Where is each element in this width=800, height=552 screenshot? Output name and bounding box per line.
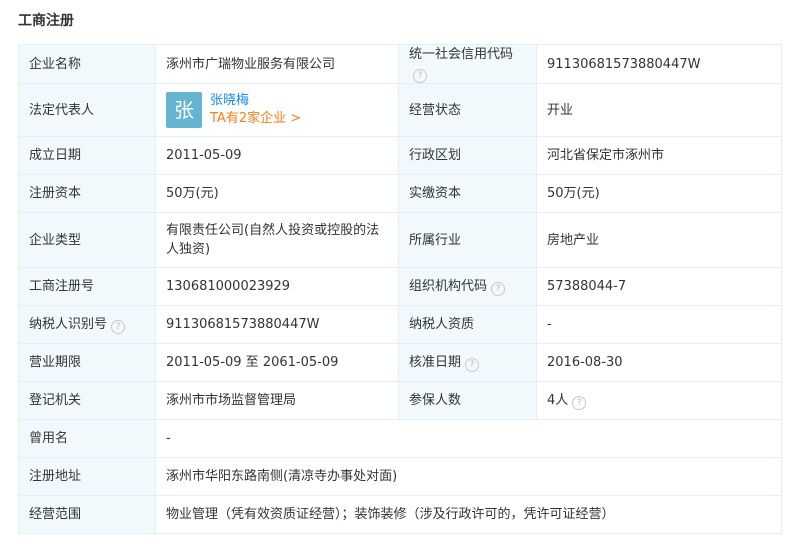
approval-date-value: 2016-08-30	[536, 343, 782, 382]
table-row: 工商注册号 130681000023929 组织机构代码? 57388044-7	[18, 267, 782, 306]
paid-capital-label: 实缴资本	[398, 174, 537, 213]
section-title: 工商注册	[18, 13, 74, 29]
credit-code-label-cell: 统一社会信用代码?	[398, 44, 537, 84]
help-icon[interactable]: ?	[572, 396, 587, 410]
table-row: 注册地址 涿州市华阳东路南侧(清凉寺办事处对面)	[18, 457, 782, 496]
business-scope-value: 物业管理（凭有效资质证经营）；装饰装修（涉及行政许可的，凭许可证经营）	[155, 495, 782, 534]
status-label: 经营状态	[398, 83, 537, 137]
credit-code-value: 91130681573880447W	[536, 44, 782, 84]
org-code-label: 组织机构代码	[409, 279, 488, 294]
taxpayer-qualification-label: 纳税人资质	[398, 305, 537, 344]
insured-count-label: 参保人数	[398, 381, 537, 420]
table-row: 法定代表人 张 张晓梅 TA有2家企业 > 经营状态 开业	[18, 83, 782, 137]
former-name-label: 曾用名	[18, 419, 156, 458]
company-name-label: 企业名称	[18, 44, 156, 84]
region-value: 河北省保定市涿州市	[536, 136, 782, 175]
avatar[interactable]: 张	[166, 92, 202, 128]
help-icon[interactable]: ?	[491, 282, 506, 296]
help-icon[interactable]: ?	[465, 358, 480, 372]
reg-number-value: 130681000023929	[155, 267, 399, 306]
registration-authority-value: 涿州市市场监督管理局	[155, 381, 399, 420]
business-scope-label: 经营范围	[18, 495, 156, 534]
registered-capital-value: 50万(元)	[155, 174, 399, 213]
status-value: 开业	[536, 83, 782, 137]
org-code-label-cell: 组织机构代码?	[398, 267, 537, 306]
reg-number-label: 工商注册号	[18, 267, 156, 306]
related-companies-link[interactable]: TA有2家企业 >	[210, 110, 301, 128]
registered-address-label: 注册地址	[18, 457, 156, 496]
table-row: 企业名称 涿州市广瑞物业服务有限公司 统一社会信用代码? 91130681573…	[18, 44, 782, 84]
company-type-value: 有限责任公司(自然人投资或控股的法人独资)	[155, 212, 399, 268]
insured-count-cell: 4人?	[536, 381, 782, 420]
table-row: 纳税人识别号? 91130681573880447W 纳税人资质 -	[18, 305, 782, 344]
legal-rep-cell: 张 张晓梅 TA有2家企业 >	[155, 83, 399, 137]
industry-label: 所属行业	[398, 212, 537, 268]
registered-capital-label: 注册资本	[18, 174, 156, 213]
registration-authority-label: 登记机关	[18, 381, 156, 420]
company-type-label: 企业类型	[18, 212, 156, 268]
business-registration-panel: 工商注册 企业名称 涿州市广瑞物业服务有限公司 统一社会信用代码? 911306…	[0, 0, 800, 552]
company-name-value: 涿州市广瑞物业服务有限公司	[155, 44, 399, 84]
legal-rep-info: 张晓梅 TA有2家企业 >	[210, 92, 301, 128]
founded-date-label: 成立日期	[18, 136, 156, 175]
region-label: 行政区划	[398, 136, 537, 175]
table-row: 经营范围 物业管理（凭有效资质证经营）；装饰装修（涉及行政许可的，凭许可证经营）	[18, 495, 782, 534]
former-name-value: -	[155, 419, 782, 458]
table-row: 曾用名 -	[18, 419, 782, 458]
credit-code-label: 统一社会信用代码	[409, 47, 514, 62]
help-icon[interactable]: ?	[413, 69, 427, 83]
table-row: 企业类型 有限责任公司(自然人投资或控股的法人独资) 所属行业 房地产业	[18, 212, 782, 268]
business-term-label: 营业期限	[18, 343, 156, 382]
approval-date-label: 核准日期	[409, 355, 462, 370]
business-term-value: 2011-05-09 至 2061-05-09	[155, 343, 399, 382]
industry-value: 房地产业	[536, 212, 782, 268]
table-row: 营业期限 2011-05-09 至 2061-05-09 核准日期? 2016-…	[18, 343, 782, 382]
registration-info-table: 企业名称 涿州市广瑞物业服务有限公司 统一社会信用代码? 91130681573…	[18, 44, 782, 534]
taxpayer-qualification-value: -	[536, 305, 782, 344]
taxpayer-id-value: 91130681573880447W	[155, 305, 399, 344]
registered-address-value: 涿州市华阳东路南侧(清凉寺办事处对面)	[155, 457, 782, 496]
table-row: 成立日期 2011-05-09 行政区划 河北省保定市涿州市	[18, 136, 782, 175]
approval-date-label-cell: 核准日期?	[398, 343, 537, 382]
taxpayer-id-label: 纳税人识别号	[29, 317, 108, 332]
legal-rep-name-link[interactable]: 张晓梅	[210, 92, 301, 110]
legal-rep-label: 法定代表人	[18, 83, 156, 137]
insured-count-value: 4人	[547, 393, 569, 408]
org-code-value: 57388044-7	[536, 267, 782, 306]
table-row: 登记机关 涿州市市场监督管理局 参保人数 4人?	[18, 381, 782, 420]
table-row: 注册资本 50万(元) 实缴资本 50万(元)	[18, 174, 782, 213]
founded-date-value: 2011-05-09	[155, 136, 399, 175]
legal-rep-person: 张 张晓梅 TA有2家企业 >	[166, 92, 388, 128]
help-icon[interactable]: ?	[111, 320, 126, 334]
paid-capital-value: 50万(元)	[536, 174, 782, 213]
taxpayer-id-label-cell: 纳税人识别号?	[18, 305, 156, 344]
